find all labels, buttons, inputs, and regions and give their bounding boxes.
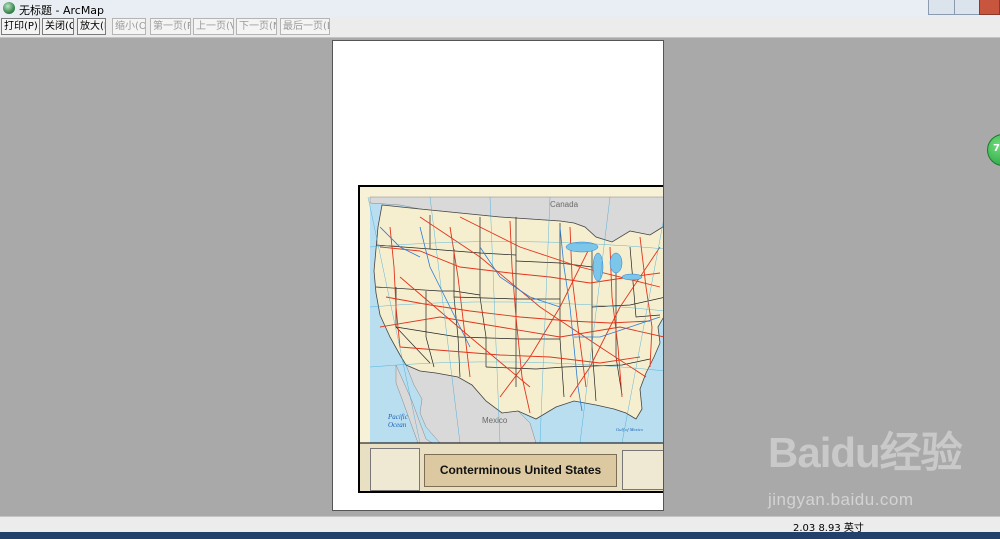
previous-page-button[interactable]: 上一页(V)	[193, 18, 234, 35]
os-taskbar	[0, 532, 1000, 539]
label-pacific-ocean-2: Ocean	[388, 421, 407, 429]
map-title-box: Conterminous United States	[424, 454, 617, 487]
close-window-button[interactable]	[979, 0, 1000, 15]
zoom-out-button[interactable]: 缩小(O)	[112, 18, 146, 35]
map-title: Conterminous United States	[439, 463, 602, 477]
last-page-button[interactable]: 最后一页(L)	[280, 18, 330, 35]
map-projection-info	[622, 450, 663, 490]
label-canada: Canada	[550, 200, 579, 209]
label-pacific-ocean: Pacific	[387, 413, 409, 421]
next-page-button[interactable]: 下一页(N)	[236, 18, 277, 35]
title-bar: 无标题 - ArcMap	[0, 0, 1000, 18]
badge-text: 76	[993, 143, 1000, 154]
preview-page: Canada Mexico Pacific Ocean Gulf of Mexi…	[332, 40, 664, 511]
watermark-url: jingyan.baidu.com	[768, 490, 914, 509]
map-legend	[370, 448, 420, 491]
maximize-button[interactable]	[954, 0, 980, 15]
print-button[interactable]: 打印(P)...	[1, 18, 40, 35]
minimize-button[interactable]	[928, 0, 955, 15]
first-page-button[interactable]: 第一页(F)	[150, 18, 191, 35]
arcmap-app-icon	[3, 2, 15, 14]
label-mexico: Mexico	[482, 416, 508, 425]
label-gulf-of-mexico: Gulf of Mexico	[616, 427, 644, 432]
watermark-logo: Bai​du经验	[768, 429, 963, 476]
window-title: 无标题 - ArcMap	[19, 4, 105, 17]
close-button[interactable]: 关闭(C)	[42, 18, 74, 35]
map-frame: Canada Mexico Pacific Ocean Gulf of Mexi…	[358, 185, 663, 493]
zoom-in-button[interactable]: 放大(I)	[77, 18, 106, 35]
baidu-watermark: Bai​du经验 jingyan.baidu.com	[760, 430, 1000, 516]
print-preview-toolbar: 打印(P)... 关闭(C) 放大(I) 缩小(O) 第一页(F) 上一页(V)…	[0, 17, 1000, 38]
status-bar: 2.03 8.93 英寸	[0, 516, 1000, 534]
